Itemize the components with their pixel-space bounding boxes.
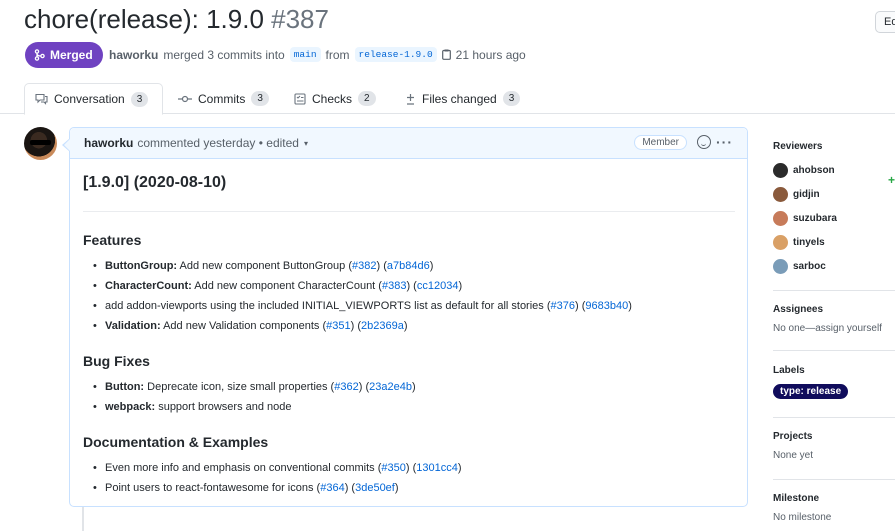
- pr-meta: haworku merged 3 commits into main from …: [109, 47, 526, 62]
- tab-files-changed-count: 3: [502, 91, 521, 106]
- labels-section: Labels type: release: [773, 351, 895, 418]
- documentation-heading: Documentation & Examples: [83, 434, 269, 450]
- list-item: Point users to react-fontawesome for ico…: [83, 481, 735, 501]
- head-branch[interactable]: release-1.9.0: [354, 47, 437, 62]
- avatar-glasses-shape: [30, 140, 51, 145]
- bug-fixes-list: Button: Deprecate icon, size small prope…: [83, 380, 735, 420]
- from-text: from: [325, 47, 350, 62]
- assignees-section: Assignees No one—assign yourself: [773, 291, 895, 351]
- tab-files-changed[interactable]: Files changed 3: [395, 83, 530, 114]
- avatar: [773, 162, 788, 178]
- commit-link[interactable]: cc12034: [417, 280, 459, 292]
- edit-button[interactable]: Ed: [875, 11, 895, 33]
- pr-tabs: Conversation 3 Commits 3 Checks 2 Files …: [0, 83, 895, 187]
- assignees-text[interactable]: No one—assign yourself: [773, 323, 895, 334]
- timeline-line: [82, 506, 84, 531]
- labels-title[interactable]: Labels: [773, 365, 895, 376]
- milestone-section: Milestone No milestone: [773, 480, 895, 531]
- merged-label: Merged: [50, 48, 93, 62]
- list-item: add addon-viewports using the included I…: [83, 299, 735, 319]
- reviewers-list: ahobson gidjin suzubara tinyels sarboc: [773, 158, 895, 278]
- label-type-release[interactable]: type: release: [773, 384, 849, 399]
- tab-commits-count: 3: [251, 91, 269, 106]
- pr-link[interactable]: #350: [381, 462, 405, 474]
- copy-icon[interactable]: [441, 49, 451, 60]
- comment-icon: [35, 93, 48, 105]
- pr-link[interactable]: #351: [326, 320, 350, 332]
- merge-icon: [34, 49, 45, 61]
- member-badge: Member: [634, 135, 687, 150]
- pr-link[interactable]: #364: [320, 482, 344, 494]
- tab-commits[interactable]: Commits 3: [168, 83, 279, 114]
- pr-title-text: chore(release): 1.9.0: [24, 4, 264, 34]
- tab-checks-count: 2: [358, 91, 376, 106]
- reviewer-item[interactable]: sarboc: [773, 254, 895, 278]
- reviewers-section: Reviewers ahobson gidjin suzubara tinyel…: [773, 127, 895, 291]
- pr-link[interactable]: #382: [352, 260, 376, 272]
- checklist-icon: [294, 92, 306, 105]
- list-item: Button: Deprecate icon, size small prope…: [83, 380, 735, 400]
- commit-link[interactable]: 2b2369a: [361, 320, 404, 332]
- pr-description-comment: haworku commented yesterday • edited ▾ M…: [62, 127, 748, 507]
- tab-checks-label: Checks: [312, 91, 353, 106]
- merged-time: 21 hours ago: [455, 47, 526, 62]
- pr-author-link[interactable]: haworku: [109, 48, 158, 62]
- commit-icon: [178, 95, 192, 102]
- add-reaction-icon[interactable]: [697, 135, 711, 149]
- reviewer-item[interactable]: suzubara: [773, 206, 895, 230]
- more-options-icon[interactable]: ···: [716, 134, 733, 150]
- commit-link[interactable]: 3de50ef: [355, 482, 395, 494]
- reviewers-title[interactable]: Reviewers: [773, 141, 895, 152]
- avatar: [773, 234, 788, 250]
- release-heading: [1.9.0] (2020-08-10): [83, 174, 735, 212]
- pr-link[interactable]: #362: [334, 381, 358, 393]
- projects-section: Projects None yet: [773, 418, 895, 480]
- commit-link[interactable]: a7b84d6: [387, 260, 430, 272]
- projects-title[interactable]: Projects: [773, 431, 895, 442]
- avatar: [773, 186, 788, 202]
- assignees-title[interactable]: Assignees: [773, 304, 895, 315]
- features-list: ButtonGroup: Add new component ButtonGro…: [83, 259, 735, 339]
- milestone-text: No milestone: [773, 512, 832, 523]
- pr-link[interactable]: #383: [382, 280, 406, 292]
- projects-text: None yet: [773, 450, 814, 461]
- comment-body: [1.9.0] (2020-08-10) Features ButtonGrou…: [83, 159, 735, 501]
- reviewer-item[interactable]: gidjin: [773, 182, 895, 206]
- bug-fixes-heading: Bug Fixes: [83, 353, 150, 369]
- comment-meta[interactable]: commented yesterday • edited: [137, 136, 299, 150]
- pr-number: #387: [271, 4, 329, 34]
- avatar[interactable]: [24, 127, 57, 160]
- avatar: [773, 210, 788, 226]
- tab-conversation-count: 3: [130, 91, 149, 107]
- tab-checks[interactable]: Checks 2: [284, 83, 386, 114]
- pr-link[interactable]: #376: [551, 300, 575, 312]
- comment-author-link[interactable]: haworku: [84, 136, 133, 150]
- commit-link[interactable]: 23a2e4b: [369, 381, 412, 393]
- tab-conversation-label: Conversation: [54, 92, 125, 106]
- comment-header: haworku commented yesterday • edited ▾ M…: [70, 128, 747, 159]
- base-branch[interactable]: main: [289, 47, 321, 62]
- list-item: Validation: Add new Validation component…: [83, 319, 735, 339]
- list-item: webpack: support browsers and node: [83, 400, 735, 420]
- documentation-list: Even more info and emphasis on conventio…: [83, 461, 735, 501]
- list-item: ButtonGroup: Add new component ButtonGro…: [83, 259, 735, 279]
- merged-state-badge: Merged: [25, 42, 103, 68]
- pr-sidebar: Reviewers ahobson gidjin suzubara tinyel…: [773, 127, 895, 531]
- commit-link[interactable]: 9683b40: [585, 300, 628, 312]
- plus-minus-icon: [407, 93, 414, 105]
- avatar: [773, 258, 788, 274]
- features-heading: Features: [83, 232, 142, 248]
- tab-conversation[interactable]: Conversation 3: [24, 83, 163, 115]
- tab-files-changed-label: Files changed: [422, 91, 497, 106]
- pr-title: chore(release): 1.9.0 #387: [24, 4, 329, 35]
- list-item: Even more info and emphasis on conventio…: [83, 461, 735, 481]
- commit-link[interactable]: 1301cc4: [416, 462, 458, 474]
- reviewer-item[interactable]: tinyels: [773, 230, 895, 254]
- reviewer-item[interactable]: ahobson: [773, 158, 895, 182]
- list-item: CharacterCount: Add new component Charac…: [83, 279, 735, 299]
- merged-text: merged 3 commits into: [163, 47, 285, 62]
- edit-history-caret-icon[interactable]: ▾: [304, 139, 308, 148]
- milestone-title[interactable]: Milestone: [773, 493, 895, 504]
- tab-commits-label: Commits: [198, 91, 246, 106]
